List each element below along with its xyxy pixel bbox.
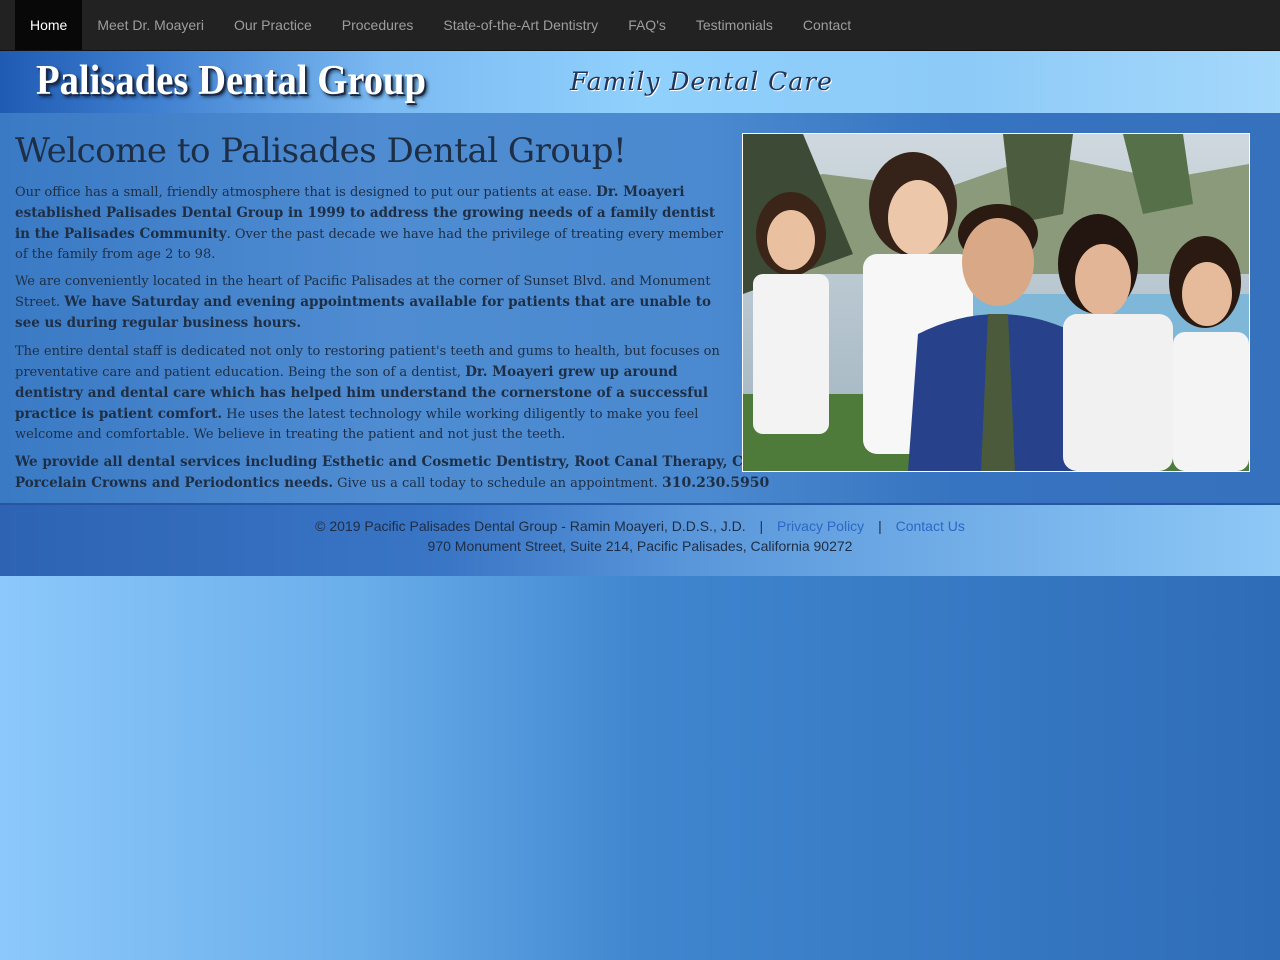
contact-us-link[interactable]: Contact Us <box>896 518 965 534</box>
header-banner: Palisades Dental Group Family Dental Car… <box>0 51 1280 113</box>
family-photo <box>742 133 1250 472</box>
nav-item-testimonials[interactable]: Testimonials <box>681 0 788 50</box>
location-paragraph: We are conveniently located in the heart… <box>15 272 727 334</box>
nav-item-procedures[interactable]: Procedures <box>327 0 429 50</box>
footer-address: 970 Monument Street, Suite 214, Pacific … <box>427 538 853 554</box>
footer-separator: | <box>878 518 882 534</box>
staff-paragraph: The entire dental staff is dedicated not… <box>15 342 727 445</box>
footer-separator: | <box>759 518 764 534</box>
intro-text: Our office has a small, friendly atmosph… <box>15 185 597 200</box>
nav-item-faqs[interactable]: FAQ's <box>613 0 681 50</box>
phone-number[interactable]: 310.230.5950 <box>662 475 769 491</box>
family-photo-image <box>743 134 1249 471</box>
site-tagline: Family Dental Care <box>570 67 833 96</box>
privacy-policy-link[interactable]: Privacy Policy <box>777 518 864 534</box>
page-title: Welcome to Palisades Dental Group! <box>15 131 627 171</box>
footer-links-row: © 2019 Pacific Palisades Dental Group - … <box>0 518 1280 534</box>
intro-paragraph: Our office has a small, friendly atmosph… <box>15 182 727 265</box>
nav-item-meet-dr-moayeri[interactable]: Meet Dr. Moayeri <box>82 0 219 50</box>
page-footer: © 2019 Pacific Palisades Dental Group - … <box>0 503 1280 576</box>
nav-item-contact[interactable]: Contact <box>788 0 866 50</box>
top-navbar: Home Meet Dr. Moayeri Our Practice Proce… <box>0 0 1280 51</box>
footer-copyright: © 2019 Pacific Palisades Dental Group - … <box>315 518 746 534</box>
location-bold-text: We have Saturday and evening appointment… <box>15 294 712 331</box>
call-to-action-text: Give us a call today to schedule an appo… <box>333 476 663 491</box>
site-logo[interactable]: Palisades Dental Group <box>36 57 426 105</box>
nav-item-state-of-the-art-dentistry[interactable]: State-of-the-Art Dentistry <box>428 0 613 50</box>
nav-menu: Home Meet Dr. Moayeri Our Practice Proce… <box>0 0 1280 50</box>
main-content: Welcome to Palisades Dental Group! Our o… <box>0 113 1280 503</box>
nav-item-our-practice[interactable]: Our Practice <box>219 0 327 50</box>
nav-item-home[interactable]: Home <box>15 0 83 50</box>
